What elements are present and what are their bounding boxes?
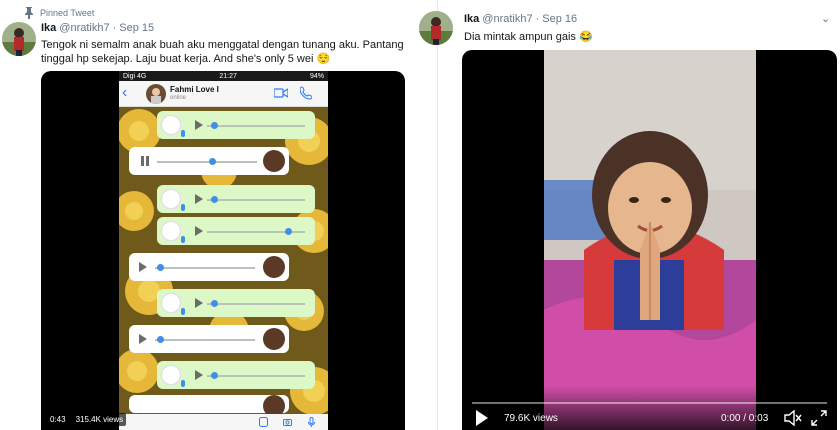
pinned-tweet[interactable]: Pinned Tweet Ika @nratikh7 · Sep 15 ⌄ Te… [0,0,437,430]
video-views: 315.4K views [72,413,127,426]
voice-note-bubble [129,147,289,175]
more-options-icon[interactable]: ⌄ [821,12,830,25]
tweet[interactable]: Ika @nratikh7 · Sep 16 ⌄ Dia mintak ampu… [419,0,840,430]
voice-note-bubble [129,395,289,417]
microphone-icon [308,417,315,427]
chat-input-bar [119,414,328,430]
back-chevron-icon: ‹ [122,84,128,101]
contact-avatar [146,84,166,104]
voice-note-bubble [129,325,289,353]
voice-note-bubble [157,185,315,213]
camera-icon [283,419,292,426]
tweet-text: Tengok ni semalm anak buah aku menggatal… [41,39,404,65]
video-duration: 0:43 [47,413,69,426]
contact-name: Fahmi Love I [170,85,219,94]
video-time: 0:00 / 0:03 [721,413,769,424]
carrier: Digi 4G [123,72,147,80]
phone-status-bar: Digi 4G 21:27 94% [119,71,328,81]
mute-icon[interactable] [784,410,802,426]
pin-icon [25,7,33,19]
voice-note-bubble [157,217,315,245]
video-stats: 0:43 315.4K views [47,413,127,426]
video-views: 79.6K views [504,413,558,424]
video-frame [544,50,756,430]
play-icon[interactable] [476,410,488,426]
voice-note-bubble [129,253,289,281]
author-handle[interactable]: @nratikh7 [59,22,109,34]
video-frame: Digi 4G 21:27 94% ‹ Fahmi Love I online [119,71,328,430]
tweet-date[interactable]: Sep 15 [119,22,154,34]
video-player[interactable]: Digi 4G 21:27 94% ‹ Fahmi Love I online [41,71,405,430]
tweet-date[interactable]: Sep 16 [542,13,577,25]
progress-bar[interactable] [472,402,827,404]
separator: · [112,22,117,34]
video-call-icon [274,88,288,98]
tweet-header: Ika @nratikh7 · Sep 15 [41,22,154,34]
author-handle[interactable]: @nratikh7 [482,13,532,25]
author-name[interactable]: Ika [464,13,479,25]
tweet-text: Dia mintak ampun gais 😂 [464,31,593,43]
pinned-indicator: Pinned Tweet [24,7,94,19]
separator: · [535,13,540,25]
battery: 94% [309,72,324,80]
fullscreen-icon[interactable] [811,410,827,426]
voice-note-bubble [157,361,315,389]
video-player[interactable]: 79.6K views 0:00 / 0:03 [462,50,837,430]
voice-note-bubble [157,111,315,139]
contact-status: online [170,95,187,101]
clock: 21:27 [219,72,237,80]
voice-note-bubble [157,289,315,317]
video-controls: 79.6K views 0:00 / 0:03 [462,386,837,430]
author-name[interactable]: Ika [41,22,56,34]
avatar[interactable] [2,22,36,56]
sticker-icon [259,417,268,427]
avatar[interactable] [419,11,453,45]
chat-header: ‹ Fahmi Love I online [119,81,328,107]
tweet-header: Ika @nratikh7 · Sep 16 [464,13,577,25]
phone-call-icon [300,86,312,100]
pinned-label: Pinned Tweet [40,8,95,18]
